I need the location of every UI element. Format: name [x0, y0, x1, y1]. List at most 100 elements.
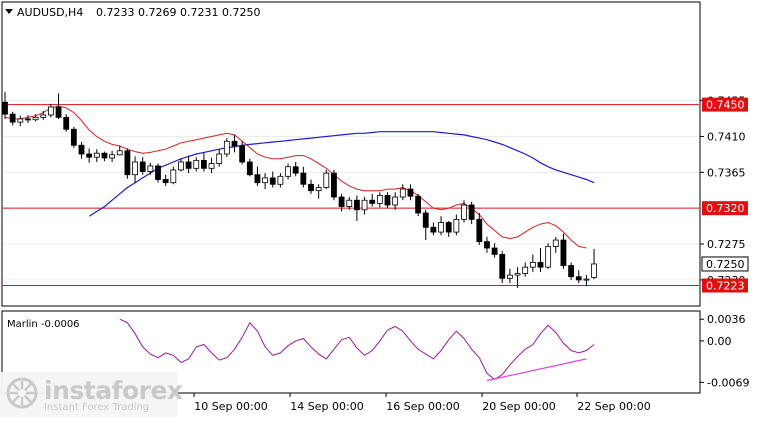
- level-tag-label: 0.7320: [706, 202, 745, 215]
- candle-body: [193, 159, 200, 169]
- candle-body: [63, 116, 70, 130]
- candle-body: [361, 199, 368, 211]
- candle: [415, 193, 422, 217]
- candle-body: [300, 172, 307, 185]
- time-label: 16 Sep 00:00: [386, 400, 459, 413]
- watermark-tagline: Instant Forex Trading: [44, 402, 150, 413]
- candle-body: [246, 161, 253, 176]
- candle-body: [178, 161, 184, 171]
- candle-body: [338, 196, 345, 207]
- candle-body: [25, 118, 31, 121]
- candle-body: [86, 153, 93, 158]
- candle-body: [269, 177, 276, 185]
- candle-body: [231, 140, 238, 147]
- candle-body: [560, 239, 567, 266]
- candle-body: [285, 166, 291, 177]
- ohlc-values: 0.7233 0.7269 0.7231 0.7250: [96, 6, 260, 19]
- candle-body: [239, 145, 246, 163]
- candle-body: [323, 172, 330, 188]
- candle-body: [101, 152, 108, 159]
- watermark-brand: instaforex: [44, 376, 183, 405]
- candle-body: [514, 273, 521, 276]
- candle-body: [223, 140, 230, 155]
- candle-body: [116, 150, 123, 156]
- candle-body: [124, 150, 131, 176]
- candle-body: [292, 166, 299, 174]
- candle-body: [55, 106, 62, 118]
- price-tick-label: 0.7410: [707, 130, 746, 143]
- candle-body: [109, 154, 115, 159]
- price-tags: 0.7450 0.7320 0.7223 0.7250: [701, 97, 749, 293]
- candle-body: [552, 239, 559, 247]
- time-label: 20 Sep 00:00: [482, 400, 555, 413]
- candle: [70, 126, 77, 148]
- time-axis: 10 Sep 00:00 14 Sep 00:00 16 Sep 00:00 20 S…: [193, 393, 651, 413]
- candle-body: [583, 278, 590, 281]
- candle-body: [468, 204, 475, 220]
- candle-body: [369, 199, 376, 204]
- candle-body: [537, 261, 544, 268]
- candle-body: [506, 274, 513, 279]
- candle-body: [461, 204, 467, 220]
- candle-body: [422, 212, 429, 228]
- candle-body: [399, 188, 406, 198]
- candle-body: [139, 161, 146, 172]
- candle-body: [453, 218, 460, 233]
- candle-body: [384, 195, 391, 206]
- candle-body: [575, 276, 582, 281]
- symbol-label: AUDUSD,H4: [17, 6, 83, 19]
- candle-body: [353, 199, 360, 211]
- instaforex-logo-icon: [6, 377, 38, 409]
- candle-body: [415, 195, 422, 214]
- candle-body: [522, 266, 529, 274]
- candle-body: [476, 218, 483, 243]
- candle-body: [591, 263, 597, 278]
- watermark: instaforex Instant Forex Trading: [0, 372, 183, 417]
- candle-body: [346, 199, 353, 207]
- price-tick-label: 0.7275: [707, 238, 746, 251]
- candle-body: [147, 165, 154, 172]
- candle-body: [9, 113, 16, 123]
- chart-svg: 0.74550.74100.73650.72750.72300.00360.00…: [1, 1, 749, 413]
- candle-body: [376, 195, 383, 204]
- time-label: 10 Sep 00:00: [194, 400, 267, 413]
- candle-body: [392, 196, 399, 206]
- candle-body: [430, 226, 437, 233]
- candle-body: [2, 101, 8, 115]
- candle: [499, 251, 506, 284]
- time-label: 14 Sep 00:00: [290, 400, 363, 413]
- candle-body: [529, 261, 536, 268]
- level-tag-label: 0.7450: [706, 99, 745, 112]
- candle-body: [208, 163, 215, 169]
- candle-body: [93, 152, 100, 158]
- candle: [155, 163, 161, 183]
- candle-body: [70, 128, 77, 146]
- candle: [331, 169, 337, 201]
- candle-body: [331, 172, 337, 198]
- candle-body: [162, 179, 169, 184]
- candle: [323, 169, 330, 190]
- candle-body: [407, 188, 414, 197]
- candle-body: [499, 254, 506, 279]
- current-price-label: 0.7250: [706, 258, 745, 271]
- candle-body: [155, 165, 161, 180]
- candle-body: [17, 118, 24, 123]
- level-tag-label: 0.7223: [706, 279, 745, 292]
- price-axis: 0.74550.74100.73650.72750.72300.00360.00…: [700, 95, 749, 389]
- candle-body: [491, 247, 498, 255]
- price-tick-label: 0.7365: [707, 166, 746, 179]
- candle-body: [78, 144, 85, 155]
- candle-body: [32, 116, 39, 121]
- candle-body: [445, 222, 452, 233]
- candle: [223, 138, 230, 158]
- candle-body: [568, 265, 574, 278]
- candle-body: [438, 222, 444, 233]
- candle-body: [200, 159, 207, 169]
- candle-body: [545, 246, 552, 268]
- candle-body: [484, 241, 490, 249]
- candle: [545, 243, 552, 269]
- candle-body: [40, 114, 47, 118]
- marlin-label: Marlin -0.0006: [7, 319, 80, 330]
- candle-body: [132, 161, 138, 176]
- marlin-tick-label: -0.0069: [707, 376, 749, 389]
